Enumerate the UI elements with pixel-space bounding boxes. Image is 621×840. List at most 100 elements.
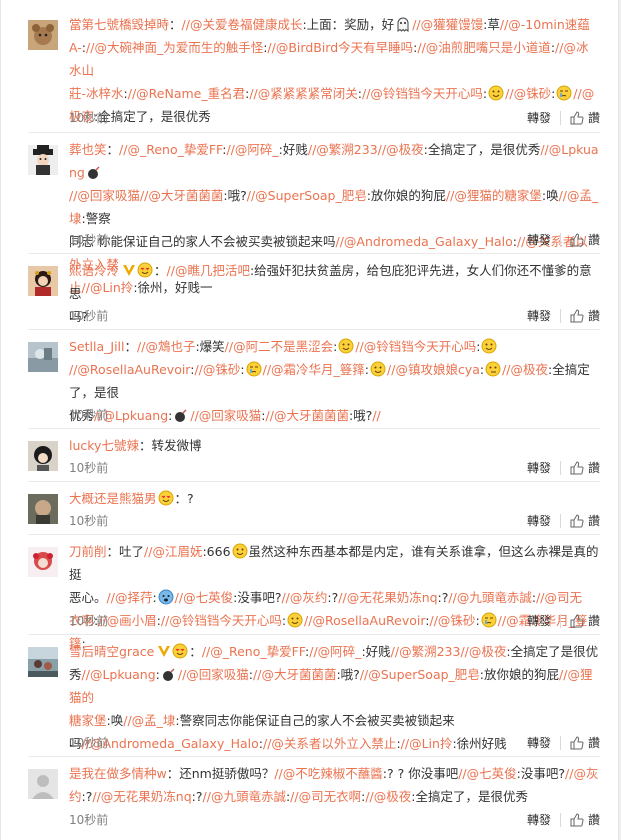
mention-link[interactable]: //@极夜 [502,362,548,377]
like-button[interactable]: 讚 [570,458,600,478]
like-button[interactable]: 讚 [570,511,600,531]
username-link[interactable]: lucky七號辣 [69,438,139,453]
avatar[interactable] [28,266,58,296]
mention-link[interactable]: //@择荇 [107,590,153,605]
repost-button[interactable]: 轉發 [527,230,551,250]
mention-link[interactable]: //@大碗神面_为爱而生的触手怪 [86,40,263,55]
mention-link[interactable]: //@铢砂 [505,86,551,101]
mention-link[interactable]: //@SuperSoap_肥皂 [247,188,367,203]
avatar[interactable] [28,547,58,577]
like-button[interactable]: 讚 [570,611,600,631]
like-button[interactable]: 讚 [570,733,600,753]
mention-link[interactable]: //@BirdBird今天有早睡吗 [267,40,413,55]
like-button[interactable]: 讚 [570,230,600,250]
mention-link[interactable]: @獾獾馒馒 [421,17,484,32]
mention-link[interactable]: //@繁溯233 [391,644,461,659]
mention-link[interactable]: //@霜冷华月_簦箨 [263,362,365,377]
mention-link[interactable]: 莊-冰梓水 [69,86,124,101]
mention-link[interactable]: //@孟_埭 [123,713,175,728]
mention-link[interactable]: //@铢砂 [194,362,240,377]
mention-link[interactable]: 约 [69,789,82,804]
username-link[interactable]: 葬也笑 [69,142,107,157]
mention-link[interactable]: //@铃铛铛今天开心吗 [355,339,476,354]
mention-link[interactable]: //@灰 [565,766,598,781]
mention-link[interactable]: //@ [573,86,594,101]
mention-link[interactable]: //@极夜 [460,644,506,659]
mention-link[interactable]: //@紧紧紧紧常闭关 [249,86,357,101]
username-link[interactable]: 雪后晴空grace [69,644,154,659]
mention-link[interactable]: //@回家吸猫 [178,667,249,682]
repost-button[interactable]: 轉發 [527,108,551,128]
mention-link[interactable]: //@SuperSoap_肥皂 [360,667,480,682]
username-link[interactable]: 大概还是熊猫男 [69,491,157,506]
smile-emoji-icon [232,543,248,559]
mention-link[interactable]: //@极夜 [378,142,424,157]
mention-link[interactable]: 糖家堡 [69,713,107,728]
mention-link[interactable]: //@江眉妩 [144,544,202,559]
timestamp: 10秒前 [69,813,109,827]
mention-link[interactable]: //@司无 [536,590,582,605]
timestamp: 10秒前 [69,461,109,475]
mention-link[interactable]: //@回家吸猫 [69,188,140,203]
smile-emoji-icon [370,361,386,377]
mention-link[interactable]: //@狸猫的糖家堡 [446,188,542,203]
mention-link[interactable]: //@七英俊 [175,590,233,605]
username-link[interactable]: Setlla_Jill [69,339,125,354]
mention-link[interactable]: //@大牙菌菌菌 [253,667,336,682]
mention-link[interactable]: //@不吃辣椒不蘸醬 [274,766,382,781]
mention-link[interactable]: //@灰约 [281,590,327,605]
avatar[interactable] [28,342,58,372]
avatar[interactable] [28,145,58,175]
repost-button[interactable]: 轉發 [527,611,551,631]
like-button[interactable]: 讚 [570,810,600,830]
divider [559,514,561,528]
thumbs-up-icon [570,111,584,125]
mention-link[interactable]: //@无花果奶冻nq [92,789,191,804]
username-link[interactable]: 當第七號橋毀掉時 [69,17,169,32]
avatar[interactable] [28,441,58,471]
comment-item: 葬也笑：//@_Reno_挚爱FF://@阿碎_:好贱//@繁溯233//@极夜… [28,133,600,295]
mention-link[interactable]: //@司无衣啊 [290,789,361,804]
comment-item: lucky七號辣：转发微博 10秒前 轉發 讚 [28,429,600,482]
username-link[interactable]: 刀前削 [69,544,107,559]
timestamp: 10秒前 [69,111,109,125]
mention-link[interactable]: //@极夜 [365,789,411,804]
mention-link[interactable]: A- [69,40,82,55]
repost-button[interactable]: 轉發 [527,511,551,531]
repost-button[interactable]: 轉發 [527,733,551,753]
repost-button[interactable]: 轉發 [527,306,551,326]
mention-link[interactable]: //@RosellaAuRevoir [69,362,190,377]
avatar[interactable] [28,494,58,524]
repost-button[interactable]: 轉發 [527,458,551,478]
mention-link[interactable]: //@鴆也子 [137,339,195,354]
mention-link[interactable]: //@阿碎_ [226,142,278,157]
mention-link[interactable]: //@无花果奶冻nq [338,590,437,605]
verified-badge-icon [157,642,171,657]
avatar[interactable] [28,769,58,799]
mention-link[interactable]: //@阿二不是黑涩会 [225,339,333,354]
avatar[interactable] [28,20,58,50]
mention-link[interactable]: //@九頭竜赤誠 [448,590,531,605]
mention-link[interactable]: //@铃铛铛今天开心吗 [362,86,483,101]
like-button[interactable]: 讚 [570,108,600,128]
avatar[interactable] [28,647,58,677]
mention-link[interactable]: //@大牙菌菌菌 [140,188,223,203]
mention-link[interactable]: //@ReName_重名君 [128,86,245,101]
mention-link[interactable]: //@繁溯233 [308,142,378,157]
mention-link[interactable]: @-10min速蕴 [508,17,590,32]
mention-link[interactable]: //@Lpkuang [82,667,156,682]
divider [559,233,561,247]
mention-link[interactable]: //@_Reno_挚爱FF [202,644,305,659]
mention-link[interactable]: //@_Reno_挚爱FF [119,142,222,157]
mention-link[interactable]: //@七英俊 [458,766,516,781]
mention-link[interactable]: //@油煎肥嘴只是小道道 [417,40,550,55]
username-link[interactable]: 熙语泠泠 [69,263,119,278]
mention-link[interactable]: //@阿碎_ [309,644,361,659]
mention-link[interactable]: //@九頭竜赤誠 [203,789,286,804]
mention-link[interactable]: //@镇攻娘娘cya [387,362,480,377]
repost-button[interactable]: 轉發 [527,810,551,830]
like-button[interactable]: 讚 [570,306,600,326]
mention-link[interactable]: //@瞧几把活吧 [167,263,250,278]
username-link[interactable]: 是我在做多情种w [69,766,167,781]
mention-link[interactable]: //@关爱卷福健康成长 [182,17,303,32]
